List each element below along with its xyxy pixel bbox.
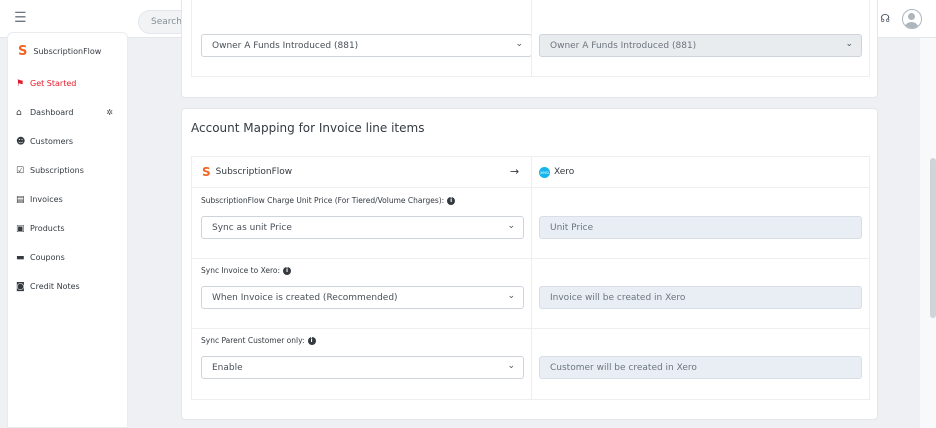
source-name: SubscriptionFlow [215,167,293,177]
unit-price-target: Unit Price [539,216,862,239]
chevron-down-icon: ⌄ [845,39,853,49]
sidebar-item-dashboard[interactable]: ⌂ Dashboard ✲ [8,98,127,127]
info-icon[interactable]: i [307,336,316,345]
credit-note-icon: ◙ [16,281,25,292]
target-value: Unit Price [550,222,594,233]
coupon-icon: ▬ [16,252,25,263]
gear-icon[interactable]: ✲ [106,108,113,117]
card-title: Account Mapping for Invoice line items [191,121,425,135]
target-name: Xero [554,167,575,177]
column-divider [531,157,532,399]
scrollbar[interactable] [930,158,936,318]
home-icon: ⌂ [16,107,22,118]
sidebar-item-get-started[interactable]: ⚑ Get Started [8,69,127,98]
sidebar: S SubscriptionFlow ⚑ Get Started ⌂ Dashb… [7,32,128,428]
row-divider [192,187,869,188]
info-icon[interactable]: i [447,196,456,205]
field-label-text: Sync Invoice to Xero: [201,266,281,275]
headset-icon[interactable]: ☊ [880,9,890,29]
select-value: Owner A Funds Introduced (881) [212,40,359,51]
target-header: xero Xero [539,157,574,187]
field-label: SubscriptionFlow Charge Unit Price (For … [201,196,456,205]
sidebar-brand[interactable]: S SubscriptionFlow [8,33,127,69]
subscriptionflow-logo-icon: S [18,43,28,59]
user-avatar[interactable] [902,9,922,29]
select-value: Owner A Funds Introduced (881) [550,40,697,51]
sidebar-item-label: Subscriptions [30,166,84,175]
sidebar-item-label: Products [30,224,65,233]
field-label: Sync Invoice to Xero: i [201,266,292,275]
brand-name: SubscriptionFlow [33,46,102,56]
sidebar-item-label: Coupons [30,253,65,262]
sidebar-item-subscriptions[interactable]: ☑ Subscriptions [8,156,127,185]
sidebar-nav: ⚑ Get Started ⌂ Dashboard ✲ ☻ Customers … [8,69,127,301]
sidebar-item-customers[interactable]: ☻ Customers [8,127,127,156]
info-icon[interactable]: i [283,266,292,275]
box-icon: ▣ [16,223,25,234]
invoice-icon: ▤ [16,194,25,205]
right-account-select[interactable]: Owner A Funds Introduced (881) ⌄ [539,34,862,57]
sidebar-item-invoices[interactable]: ▤ Invoices [8,185,127,214]
sidebar-item-label: Invoices [30,195,63,204]
hamburger-menu-icon[interactable]: ☰ [14,10,27,26]
sidebar-item-credit-notes[interactable]: ◙ Credit Notes [8,272,127,301]
parent-customer-select[interactable]: Enable ⌄ [201,356,524,379]
field-label-text: SubscriptionFlow Charge Unit Price (For … [201,196,445,205]
chevron-down-icon: ⌄ [507,221,515,231]
flag-icon: ⚑ [16,78,25,89]
sidebar-item-label: Customers [30,137,74,146]
select-value: Sync as unit Price [212,222,292,233]
left-account-select[interactable]: Owner A Funds Introduced (881) ⌄ [201,34,532,57]
chevron-down-icon: ⌄ [515,39,523,49]
unit-price-select[interactable]: Sync as unit Price ⌄ [201,216,524,239]
sync-invoice-select[interactable]: When Invoice is created (Recommended) ⌄ [201,286,524,309]
subscriptionflow-logo-icon: S [202,165,211,179]
previous-mapping-card: Owner A Funds Introduced (881) ⌄ Owner A… [181,0,878,98]
xero-logo-icon: xero [539,166,550,178]
row-divider [192,258,869,259]
field-label: Sync Parent Customer only: i [201,336,316,345]
select-value: When Invoice is created (Recommended) [212,292,398,303]
calendar-check-icon: ☑ [16,165,25,176]
row-divider [192,328,869,329]
sidebar-item-label: Dashboard [30,108,74,117]
users-icon: ☻ [16,136,26,147]
sidebar-item-label: Credit Notes [30,282,80,291]
column-divider [531,0,532,76]
previous-mapping-panel: Owner A Funds Introduced (881) ⌄ Owner A… [191,0,870,77]
arrow-right-icon: → [510,165,520,178]
target-value: Invoice will be created in Xero [550,292,686,303]
parent-customer-target: Customer will be created in Xero [539,356,862,379]
field-label-text: Sync Parent Customer only: [201,336,305,345]
sidebar-item-products[interactable]: ▣ Products [8,214,127,243]
chevron-down-icon: ⌄ [507,361,515,371]
chevron-down-icon: ⌄ [507,291,515,301]
target-value: Customer will be created in Xero [550,362,697,373]
select-value: Enable [212,362,243,373]
invoice-line-mapping-card: Account Mapping for Invoice line items S… [181,108,878,420]
mapping-table: S SubscriptionFlow → xero Xero Subscript… [191,156,870,400]
sync-invoice-target: Invoice will be created in Xero [539,286,862,309]
source-header: S SubscriptionFlow [202,157,292,187]
sidebar-item-coupons[interactable]: ▬ Coupons [8,243,127,272]
sidebar-item-label: Get Started [30,79,77,88]
